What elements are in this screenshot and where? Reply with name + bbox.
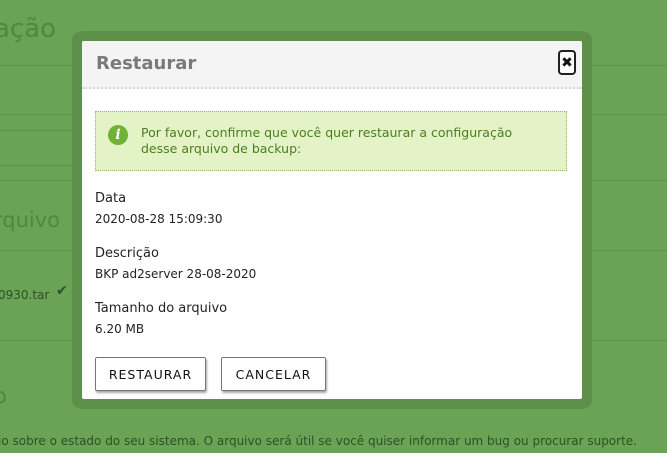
size-value: 6.20 MB (95, 322, 145, 336)
page-title: ação (0, 14, 57, 44)
close-icon[interactable]: ✖ (558, 50, 576, 75)
date-value: 2020-08-28 15:09:30 (95, 212, 223, 226)
dialog-title: Restaurar (96, 53, 197, 74)
size-label: Tamanho do arquivo (95, 301, 228, 316)
section-description: io sobre o estado do seu sistema. O arqu… (0, 434, 637, 448)
dialog-header: Restaurar ✖ (82, 41, 582, 89)
backup-file-name: 0930.tar (0, 288, 50, 302)
date-label: Data (95, 191, 127, 206)
info-icon: i (108, 125, 128, 145)
info-alert: i Por favor, confirme que você quer rest… (95, 111, 567, 171)
restore-dialog: Restaurar ✖ i Por favor, confirme que vo… (82, 41, 582, 399)
section-title: rquivo (0, 208, 61, 232)
alert-message: Por favor, confirme que você quer restau… (141, 125, 513, 156)
section-title: o (0, 384, 7, 408)
checkmark-icon: ✔ (56, 283, 68, 299)
description-value: BKP ad2server 28-08-2020 (95, 267, 257, 281)
restore-button[interactable]: RESTAURAR (95, 357, 206, 391)
description-label: Descrição (95, 246, 159, 261)
cancel-button[interactable]: CANCELAR (221, 357, 326, 391)
